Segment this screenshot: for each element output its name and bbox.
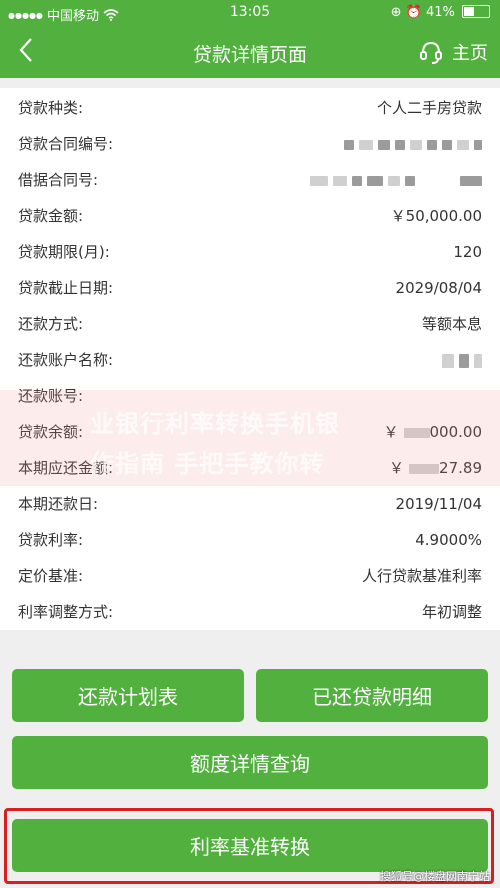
detail-value: 120 (453, 243, 482, 261)
detail-row-account-number: 还款账号: (18, 378, 482, 414)
status-icons: ⊕ ⏰ (390, 5, 422, 20)
detail-row-account-name: 还款账户名称: (18, 342, 482, 378)
nav-bar: 贷款详情页面 主页 (0, 26, 500, 78)
detail-row-loan-balance: 贷款余额: ￥ 000.00 (18, 414, 482, 450)
detail-label: 还款账户名称: (18, 351, 114, 369)
detail-value: 4.9000% (415, 531, 482, 549)
detail-value: ￥50,000.00 (390, 207, 482, 225)
detail-label: 还款方式: (18, 315, 84, 333)
detail-value: 个人二手房贷款 (376, 99, 482, 117)
detail-value: 年初调整 (421, 603, 482, 621)
detail-value: 人行贷款基准利率 (361, 567, 482, 585)
detail-row-current-due-date: 本期还款日: 2019/11/04 (18, 486, 482, 522)
repaid-details-button[interactable]: 已还贷款明细 (256, 669, 488, 722)
detail-row-iou-number: 借据合同号: (18, 162, 482, 198)
detail-value: ￥ 27.89 (389, 459, 482, 477)
detail-row-loan-type: 贷款种类: 个人二手房贷款 (18, 90, 482, 126)
redacted-value (339, 126, 482, 162)
detail-row-end-date: 贷款截止日期: 2029/08/04 (18, 270, 482, 306)
detail-label: 贷款截止日期: (18, 279, 114, 297)
detail-label: 还款账号: (18, 387, 84, 405)
detail-label: 贷款种类: (18, 99, 84, 117)
detail-label: 定价基准: (18, 567, 84, 585)
detail-row-loan-amount: 贷款金额: ￥50,000.00 (18, 198, 482, 234)
detail-value: 2019/11/04 (395, 495, 482, 513)
detail-row-interest-rate: 贷款利率: 4.9000% (18, 522, 482, 558)
headset-icon (420, 41, 442, 64)
detail-label: 借据合同号: (18, 171, 99, 189)
detail-row-contract-number: 贷款合同编号: (18, 126, 482, 162)
home-button[interactable]: 主页 (418, 39, 488, 65)
detail-label: 贷款期限(月): (18, 243, 110, 261)
status-right: ⊕ ⏰ 41% (391, 5, 490, 20)
detail-value: ￥ 000.00 (383, 423, 482, 441)
detail-row-pricing-benchmark: 定价基准: 人行贷款基准利率 (18, 558, 482, 594)
status-bar: ●●●●● 中国移动 13:05 ⊕ ⏰ 41% (0, 0, 500, 26)
detail-row-rate-adjustment: 利率调整方式: 年初调整 (18, 594, 482, 630)
detail-label: 本期应还金额: (18, 459, 114, 477)
redacted-value (437, 342, 482, 378)
detail-label: 贷款余额: (18, 423, 84, 441)
repayment-plan-button[interactable]: 还款计划表 (12, 669, 244, 722)
battery-percent: 41% (425, 5, 455, 20)
loan-detail-card: 贷款种类: 个人二手房贷款 贷款合同编号: 借据合同号: 贷款金额: ￥50,0… (0, 88, 500, 630)
detail-label: 贷款合同编号: (18, 135, 114, 153)
detail-label: 贷款利率: (18, 531, 84, 549)
detail-label: 利率调整方式: (18, 603, 114, 621)
detail-label: 贷款金额: (18, 207, 84, 225)
detail-row-current-due: 本期应还金额: ￥ 27.89 (18, 450, 482, 486)
quota-query-button[interactable]: 额度详情查询 (12, 736, 488, 789)
detail-row-repayment-method: 还款方式: 等额本息 (18, 306, 482, 342)
home-label: 主页 (452, 43, 488, 64)
redacted-value (305, 162, 482, 198)
detail-row-loan-term: 贷款期限(月): 120 (18, 234, 482, 270)
source-credit: 搜狐号@楼盘网南宁站 (380, 870, 490, 883)
battery-icon (462, 5, 490, 18)
detail-value: 等额本息 (421, 315, 482, 333)
detail-label: 本期还款日: (18, 495, 99, 513)
detail-value: 2029/08/04 (395, 279, 482, 297)
